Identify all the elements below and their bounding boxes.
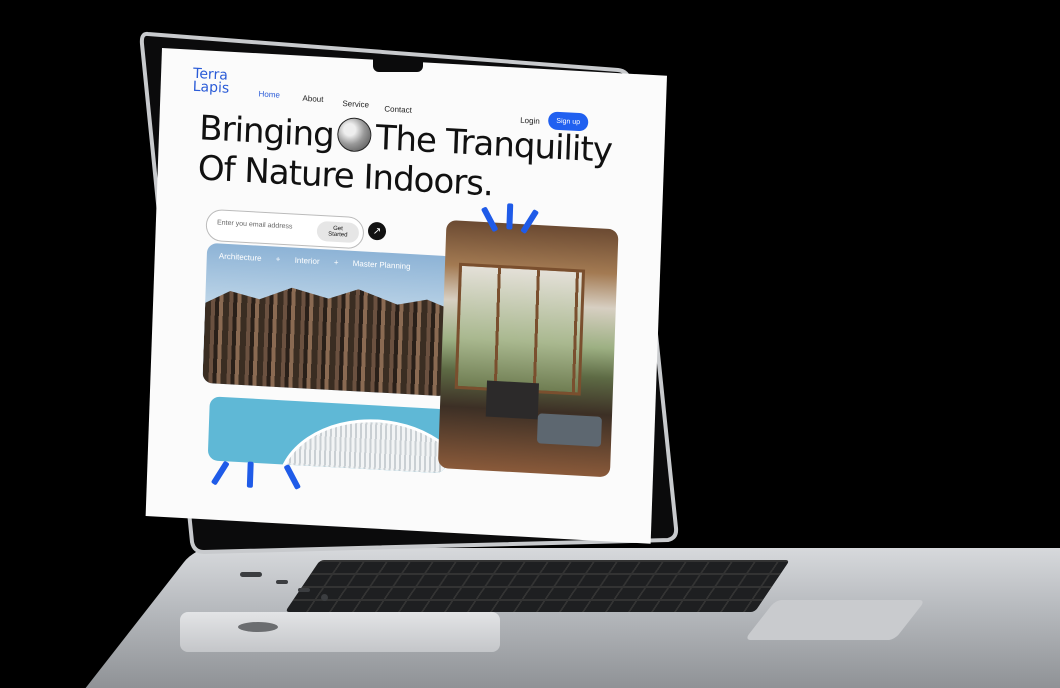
tag-separator: + — [333, 257, 339, 268]
email-input[interactable] — [214, 218, 316, 233]
nav-home[interactable]: Home — [258, 89, 280, 99]
brand-logo[interactable]: Terra Lapis — [192, 66, 230, 97]
sofa-image — [536, 413, 602, 447]
tag-separator: + — [275, 254, 281, 264]
camera-notch — [373, 58, 423, 72]
architecture-card[interactable]: Architecture + Interior + Master Plannin… — [202, 242, 454, 397]
brand-line-2: Lapis — [192, 78, 230, 97]
nav-contact[interactable]: Contact — [384, 104, 412, 115]
tag-master-planning[interactable]: Master Planning — [353, 259, 411, 271]
laptop-trackpad — [744, 600, 926, 640]
nav-about[interactable]: About — [302, 94, 323, 104]
globe-image — [337, 116, 373, 153]
arrow-up-right-icon[interactable]: ↗ — [367, 221, 387, 241]
fireplace-image — [485, 380, 540, 420]
port-slot — [240, 572, 262, 577]
window-image — [454, 262, 586, 396]
service-tags: Architecture + Interior + Master Plannin… — [219, 252, 423, 272]
port-usb — [298, 588, 310, 592]
port-usb — [276, 580, 288, 584]
facade-image — [202, 281, 452, 397]
website-screen: Terra Lapis Home About Service Contact L… — [145, 48, 667, 544]
port-audio — [321, 594, 328, 601]
login-link[interactable]: Login — [520, 116, 540, 126]
interior-card[interactable] — [437, 219, 619, 478]
laptop-foot — [238, 622, 278, 632]
round-building-image — [274, 414, 448, 474]
laptop-keyboard — [284, 560, 790, 612]
tag-interior[interactable]: Interior — [295, 256, 320, 266]
round-building-card[interactable] — [207, 396, 448, 474]
laptop-front-edge — [180, 612, 500, 652]
get-started-button[interactable]: Get Started — [316, 220, 360, 244]
tag-architecture[interactable]: Architecture — [219, 252, 262, 263]
nav-service[interactable]: Service — [342, 99, 369, 109]
